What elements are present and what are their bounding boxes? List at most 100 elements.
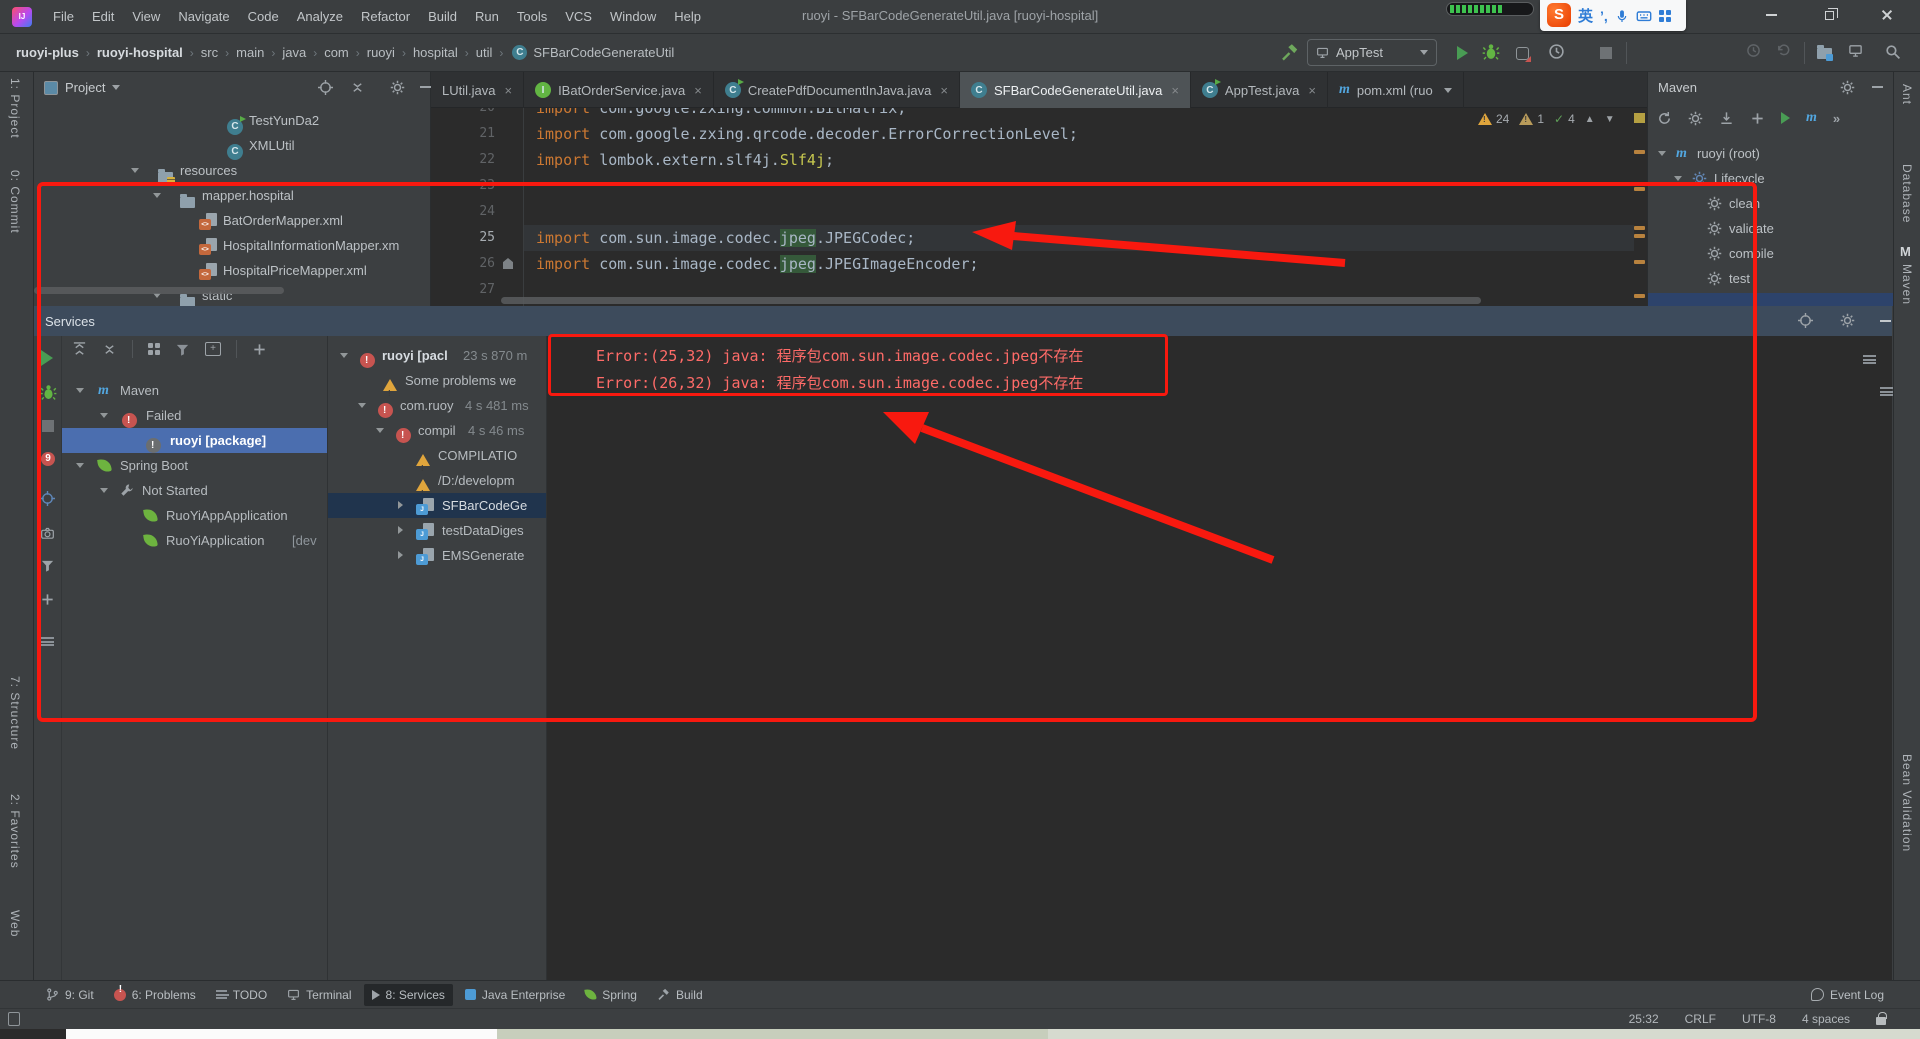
gear-icon[interactable]	[390, 80, 405, 95]
scroll-to-end-icon[interactable]	[1879, 387, 1893, 396]
build-item-compilation[interactable]: COMPILATIO	[328, 443, 546, 481]
close-icon[interactable]	[940, 83, 948, 98]
editor-horizontal-scrollbar[interactable]	[501, 297, 1481, 304]
start-icon[interactable]	[41, 350, 53, 366]
reimport-icon[interactable]	[1657, 111, 1672, 126]
chevron-right-icon[interactable]	[398, 551, 403, 559]
toolbar-problems[interactable]: 6: Problems	[106, 984, 204, 1006]
close-icon[interactable]	[1171, 83, 1179, 98]
tree-item[interactable]: resources	[34, 158, 430, 185]
build-hammer-icon[interactable]	[1280, 43, 1299, 62]
globe-icon[interactable]	[1798, 313, 1813, 328]
runner-item-app1[interactable]: RuoYiAppApplication	[62, 503, 327, 528]
file-encoding[interactable]: UTF-8	[1742, 1012, 1776, 1026]
menu-edit[interactable]: Edit	[83, 5, 123, 28]
preview-button[interactable]	[1848, 43, 1863, 58]
keyboard-icon[interactable]	[1636, 8, 1652, 24]
stripe-favorites-button[interactable]: 2: Favorites	[8, 794, 22, 869]
ime-menu-icon[interactable]	[1658, 9, 1671, 22]
tab-createpdf[interactable]: C CreatePdfDocumentInJava.java	[714, 72, 960, 108]
breadcrumb-item[interactable]: main	[234, 45, 266, 60]
download-sources-icon[interactable]	[1719, 111, 1734, 126]
horizontal-scrollbar[interactable]	[34, 287, 284, 294]
collapse-all-icon[interactable]	[102, 342, 117, 357]
project-folder-icon[interactable]	[1814, 43, 1834, 63]
chevron-down-icon[interactable]	[1674, 176, 1682, 181]
chevron-down-icon[interactable]	[112, 85, 121, 90]
toolbar-build[interactable]: Build	[649, 984, 711, 1006]
toolbar-terminal[interactable]: Terminal	[279, 984, 359, 1006]
next-problem-icon[interactable]: ▼	[1605, 114, 1615, 125]
breadcrumb-class[interactable]: SFBarCodeGenerateUtil	[531, 45, 676, 60]
tree-item[interactable]: <> BatOrderMapper.xml	[34, 208, 430, 233]
stripe-structure-button[interactable]: 7: Structure	[8, 676, 22, 750]
tree-item[interactable]: C XMLUtil	[34, 133, 430, 160]
runner-item-failed[interactable]: Failed	[62, 403, 327, 433]
code-editor[interactable]: 20 import com.google.zxing.common.BitMat…	[431, 108, 1647, 306]
frame-plus-icon[interactable]: +	[205, 342, 221, 356]
menu-build[interactable]: Build	[419, 5, 466, 28]
maven-stripe-icon[interactable]: M	[1900, 244, 1911, 259]
breadcrumb-item[interactable]: com	[322, 45, 351, 60]
add-service-icon[interactable]	[40, 592, 55, 607]
collapse-all-icon[interactable]	[350, 80, 365, 95]
toolbar-todo[interactable]: TODO	[208, 984, 275, 1006]
tool-window-switcher-icon[interactable]	[8, 1012, 20, 1026]
filter-icon[interactable]	[175, 342, 190, 357]
close-icon[interactable]	[504, 83, 512, 98]
stripe-project-button[interactable]: 1: Project	[8, 78, 22, 139]
ime-punctuation-icon[interactable]: ’,	[1600, 8, 1608, 24]
profiler-button[interactable]	[1548, 43, 1565, 60]
menu-tools[interactable]: Tools	[508, 5, 556, 28]
menu-navigate[interactable]: Navigate	[169, 5, 238, 28]
maven-settings-icon[interactable]: m	[1806, 110, 1817, 126]
maven-tree-item[interactable]: clean	[1648, 191, 1893, 216]
locate-file-icon[interactable]	[318, 80, 333, 95]
maven-tree-item[interactable]: compile	[1648, 241, 1893, 266]
run-config-select[interactable]: AppTest	[1307, 39, 1437, 66]
microphone-icon[interactable]	[1615, 9, 1629, 23]
tree-item[interactable]: <> HospitalInformationMapper.xm	[34, 233, 430, 258]
maven-tree-item[interactable]: Lifecycle	[1648, 166, 1893, 191]
tab-overflow-icon[interactable]	[1443, 87, 1452, 93]
hide-panel-icon[interactable]	[1872, 86, 1883, 88]
add-icon[interactable]	[252, 342, 267, 357]
ime-language-toggle[interactable]: 英	[1578, 5, 1593, 26]
build-item-compile[interactable]: compil 4 s 46 ms	[328, 418, 546, 448]
stripe-web-button[interactable]: Web	[8, 910, 22, 937]
stripe-ant-button[interactable]: Ant	[1900, 84, 1914, 105]
inspections-widget[interactable]: 24 1 ✓4 ▲ ▼	[1478, 112, 1615, 126]
gear-icon[interactable]	[1840, 80, 1855, 95]
expand-all-icon[interactable]	[72, 342, 87, 357]
menu-vcs[interactable]: VCS	[556, 5, 601, 28]
maven-panel-header[interactable]: Maven	[1648, 72, 1893, 103]
chevron-right-icon[interactable]	[398, 526, 403, 534]
tab-pomxml[interactable]: m pom.xml (ruo	[1328, 72, 1464, 108]
menu-window[interactable]: Window	[601, 5, 665, 28]
maven-tree-item[interactable]: m ruoyi (root)	[1648, 141, 1893, 166]
close-button[interactable]	[1864, 0, 1910, 30]
close-icon[interactable]	[1308, 83, 1316, 98]
tree-item[interactable]: mapper.hospital	[34, 183, 430, 208]
inspection-status-icon[interactable]	[1634, 113, 1645, 123]
menu-view[interactable]: View	[123, 5, 169, 28]
line-separator[interactable]: CRLF	[1685, 1012, 1716, 1026]
services-panel-header[interactable]: Services	[34, 306, 1892, 336]
stripe-database-button[interactable]: Database	[1900, 164, 1914, 223]
run-button[interactable]	[1452, 43, 1472, 63]
build-item-root[interactable]: ruoyi [pacl 23 s 870 m	[328, 343, 546, 373]
menu-help[interactable]: Help	[665, 5, 710, 28]
maven-tree-item[interactable]: test	[1648, 266, 1893, 291]
toolbar-spring[interactable]: Spring	[577, 984, 645, 1006]
options-menu-icon[interactable]	[41, 637, 54, 646]
toolbar-java-enterprise[interactable]: Java Enterprise	[457, 984, 573, 1006]
ime-toolbar[interactable]: S 英 ’,	[1540, 0, 1686, 31]
menu-file[interactable]: File	[44, 5, 83, 28]
tab-lutil[interactable]: LUtil.java	[431, 72, 525, 108]
stripe-commit-button[interactable]: 0: Commit	[8, 170, 22, 234]
runner-item-maven[interactable]: m Maven	[62, 378, 327, 403]
tree-item[interactable]: <> HospitalPriceMapper.xml	[34, 258, 430, 283]
thread-dump-icon[interactable]	[40, 526, 55, 541]
runner-item-ruoyi-package[interactable]: ruoyi [package]	[62, 428, 327, 458]
search-everywhere-icon[interactable]	[1884, 43, 1901, 60]
